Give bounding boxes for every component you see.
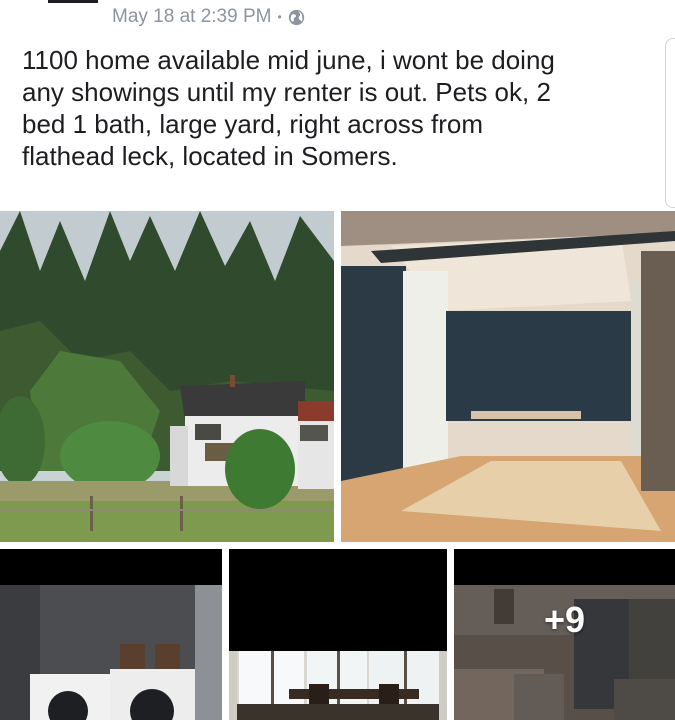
photo-house-exterior[interactable] [0, 211, 334, 542]
side-menu-tab[interactable] [665, 38, 675, 208]
post-timestamp[interactable]: May 18 at 2:39 PM [112, 6, 271, 28]
more-photos-count[interactable]: +9 [454, 549, 675, 720]
photo-laundry[interactable] [0, 549, 222, 720]
post-meta: May 18 at 2:39 PM • [112, 4, 305, 30]
post-line: 1100 home available mid june, i wont be … [22, 45, 555, 75]
post-line: flathead leck, located in Somers. [22, 141, 398, 171]
globe-icon[interactable] [288, 9, 305, 26]
photo-living-room[interactable]: +9 [454, 549, 675, 720]
avatar[interactable] [48, 0, 98, 3]
post-body: 1100 home available mid june, i wont be … [22, 44, 652, 172]
post-line: bed 1 bath, large yard, right across fro… [22, 109, 484, 139]
meta-separator: • [277, 10, 282, 24]
photo-empty-room[interactable] [341, 211, 675, 542]
post-line: any showings until my renter is out. Pet… [22, 77, 551, 107]
photo-dining-room[interactable] [229, 549, 447, 720]
